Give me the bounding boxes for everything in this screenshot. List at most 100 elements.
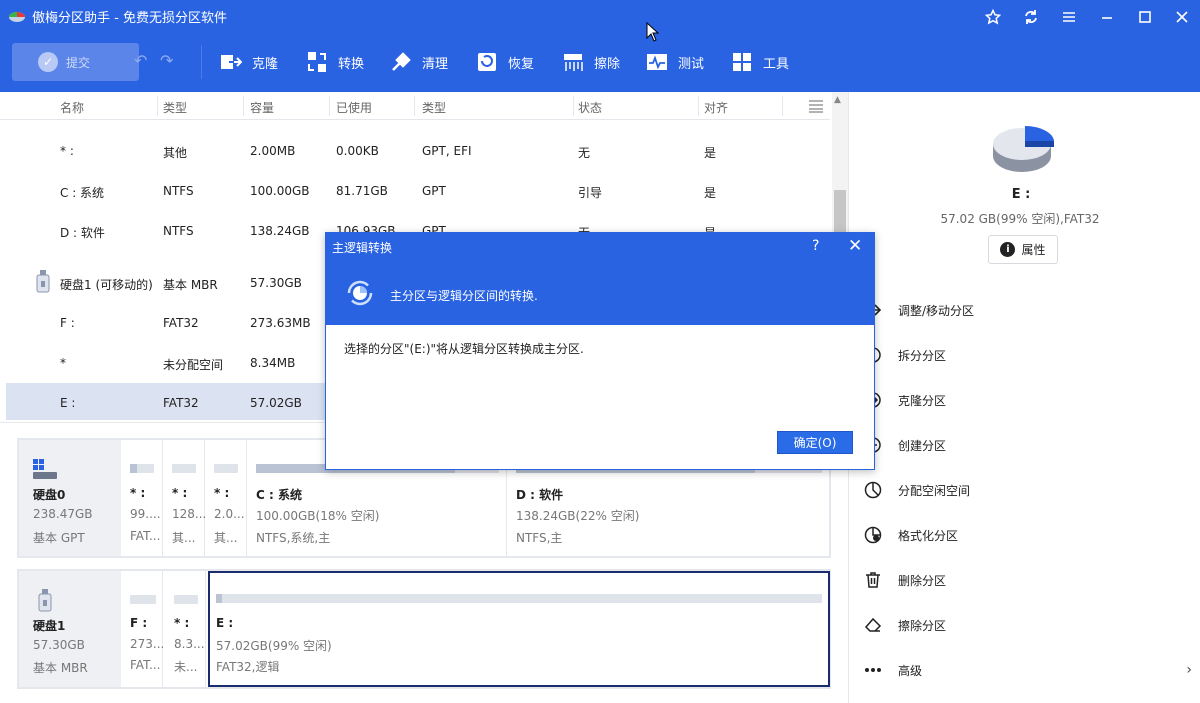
partition-usage-bar [130, 595, 156, 604]
row-status: 无 [578, 146, 591, 160]
row-align: 是 [704, 146, 717, 160]
tool-wipe[interactable]: 擦除 [562, 46, 620, 78]
wipe-icon [562, 51, 584, 73]
disk0-type: 基本 GPT [33, 531, 85, 545]
commit-button[interactable]: ✓ 提交 [12, 43, 139, 81]
row-capacity: 57.30GB [250, 276, 302, 290]
col-header-name[interactable]: 名称 [60, 99, 84, 116]
tool-label: 转换 [338, 56, 365, 72]
undo-icon[interactable]: ↶ [134, 51, 147, 70]
tool-cleanup[interactable]: 清理 [390, 46, 448, 78]
app-logo-icon [8, 9, 26, 23]
partition-block-selected[interactable] [208, 571, 830, 687]
row-name[interactable]: 硬盘1 (可移动的) [60, 276, 153, 293]
row-status: 引导 [578, 186, 603, 200]
star-icon[interactable] [979, 4, 1007, 30]
partition-usage-bar [214, 464, 238, 473]
partition-name: C : 系统 [256, 488, 302, 502]
op-resize-move[interactable]: 调整/移动分区 [862, 292, 1192, 328]
column-settings-icon[interactable] [808, 99, 824, 116]
menu-icon[interactable] [1055, 4, 1083, 30]
redo-icon[interactable]: ↷ [160, 51, 173, 70]
op-delete[interactable]: 删除分区 [862, 562, 1192, 598]
convert-icon [306, 51, 328, 73]
scroll-up-icon[interactable]: ▲ [834, 95, 841, 105]
tools-icon [731, 51, 753, 73]
allocate-space-icon [862, 479, 884, 501]
properties-button[interactable]: i 属性 [988, 235, 1058, 264]
refresh-icon[interactable] [1017, 4, 1045, 30]
row-capacity: 100.00GB [250, 184, 310, 198]
close-icon[interactable]: ✕ [848, 236, 862, 256]
row-name[interactable]: * : [60, 144, 74, 158]
partition-fs: NTFS,系统,主 [256, 531, 331, 545]
partition-usage-bar [174, 595, 198, 604]
properties-label: 属性 [1021, 243, 1046, 257]
disk0-name: 硬盘0 [33, 488, 66, 502]
partition-name: * : [214, 486, 230, 500]
partition-size: 57.02GB(99% 空闲) [216, 639, 332, 653]
row-name[interactable]: C : 系统 [60, 184, 104, 201]
minimize-icon[interactable] [1093, 4, 1121, 30]
op-label: 擦除分区 [898, 618, 947, 633]
row-capacity: 273.63MB [250, 316, 311, 330]
tool-clone[interactable]: 克隆 [220, 46, 278, 78]
column-divider [782, 96, 783, 116]
tool-test[interactable]: 测试 [646, 46, 704, 78]
partition-fs: FAT... [130, 529, 161, 543]
op-allocate-space[interactable]: 分配空闲空间 [862, 472, 1192, 508]
tool-label: 工具 [763, 56, 790, 72]
help-icon[interactable]: ? [812, 238, 819, 254]
check-icon: ✓ [38, 52, 58, 72]
op-split[interactable]: 拆分分区 [862, 337, 1192, 373]
close-window-icon[interactable] [1168, 4, 1196, 30]
column-divider [414, 96, 415, 116]
tool-label: 克隆 [252, 56, 279, 72]
tool-label: 擦除 [594, 56, 621, 72]
maximize-icon[interactable] [1131, 4, 1159, 30]
tool-label: 恢复 [508, 56, 535, 72]
ok-button[interactable]: 确定(O) [777, 431, 853, 454]
col-header-type[interactable]: 类型 [163, 99, 187, 116]
row-name[interactable]: D : 软件 [60, 224, 105, 241]
more-icon [862, 659, 884, 681]
op-label: 分配空闲空间 [898, 483, 971, 498]
op-create-partition[interactable]: 创建分区 [862, 427, 1192, 463]
column-divider [243, 96, 244, 116]
partition-size: 99.... [130, 507, 161, 521]
disk1-name: 硬盘1 [33, 619, 66, 633]
partition-usage-bar [130, 464, 154, 473]
partition-name: D : 软件 [516, 488, 564, 502]
col-header-fs[interactable]: 类型 [422, 99, 446, 116]
tool-label: 清理 [422, 56, 449, 72]
op-label: 格式化分区 [898, 528, 959, 543]
row-type: NTFS [163, 184, 194, 198]
delete-icon [862, 569, 884, 591]
op-format[interactable]: 格式化分区 [862, 517, 1192, 553]
column-divider [698, 96, 699, 116]
col-header-capacity[interactable]: 容量 [250, 99, 274, 116]
tool-tools[interactable]: 工具 [731, 46, 789, 78]
row-align: 是 [704, 186, 717, 200]
row-capacity: 2.00MB [250, 144, 296, 158]
row-name[interactable]: F : [60, 316, 75, 330]
row-name[interactable]: E : [60, 396, 75, 410]
tool-recover[interactable]: 恢复 [476, 46, 534, 78]
col-header-status[interactable]: 状态 [578, 99, 602, 116]
row-type: 未分配空间 [163, 358, 224, 372]
partition-fs: 其... [172, 531, 196, 545]
dialog-title: 主逻辑转换 [332, 241, 393, 255]
op-erase[interactable]: 擦除分区 [862, 607, 1192, 643]
tool-convert[interactable]: 转换 [306, 46, 364, 78]
partition-name: * : [130, 486, 146, 500]
op-clone-partition[interactable]: 克隆分区 [862, 382, 1192, 418]
partition-name: F : [130, 616, 148, 630]
partition-size: 273... [130, 637, 165, 651]
row-name[interactable]: * [60, 356, 66, 370]
row-used: 0.00KB [336, 144, 379, 158]
erase-icon [862, 614, 884, 636]
col-header-align[interactable]: 对齐 [704, 99, 728, 116]
col-header-used[interactable]: 已使用 [336, 99, 372, 116]
op-advanced[interactable]: 高级 › [862, 652, 1192, 688]
row-fs: GPT, EFI [422, 144, 472, 158]
